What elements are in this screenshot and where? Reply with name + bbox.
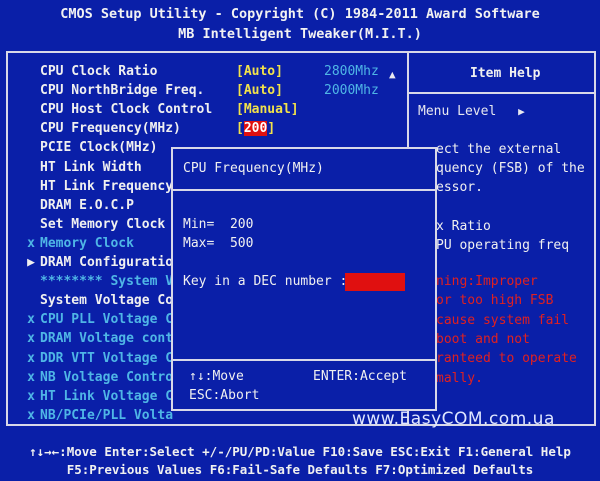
setting-label: CPU Frequency(MHz) (40, 121, 181, 137)
help-line: x Ratio (436, 219, 491, 234)
setting-label: DRAM E.O.C.P (40, 197, 134, 213)
right-triangle-icon: ▶ (518, 105, 525, 118)
scroll-up-icon[interactable]: ▲ (389, 68, 396, 81)
frequency-input[interactable] (345, 273, 405, 291)
bracket-close: ] (267, 121, 276, 137)
enter-hint: ENTER:Accept (313, 369, 407, 384)
selected-value[interactable]: 200 (243, 121, 268, 137)
item-help-title: Item Help (470, 66, 541, 81)
help-line: or too high FSB (436, 293, 554, 309)
setting-label: PCIE Clock(MHz) (40, 140, 158, 156)
help-line: essor. (436, 180, 483, 195)
help-line: cause system fail (436, 312, 570, 328)
setting-label: NB Voltage Contro (40, 369, 174, 385)
setting-label: HT Link Width (40, 159, 142, 175)
menu-level: Menu Level ▶ (418, 104, 525, 119)
dialog-title: CPU Frequency(MHz) (183, 161, 324, 176)
bios-title: CMOS Setup Utility - Copyright (C) 1984-… (60, 6, 540, 22)
setting-frequency: 2000Mhz (324, 83, 379, 99)
setting-label: CPU NorthBridge Freq. (40, 83, 205, 99)
setting-label: CPU PLL Voltage C (40, 312, 174, 328)
dialog-prompt: Key in a DEC number : (183, 274, 348, 289)
setting-frequency: 2800Mhz (324, 64, 379, 79)
dialog-min: Min= 200 (183, 217, 253, 232)
help-line: quency (FSB) of the (436, 161, 585, 176)
help-line: ranteed to operate (436, 351, 577, 367)
setting-label: DDR VTT Voltage C (40, 350, 174, 366)
setting-label: DRAM Voltage cont (40, 331, 174, 347)
setting-label: CPU Host Clock Control (40, 102, 213, 118)
footer-keys-1: ↑↓→←:Move Enter:Select +/-/PU/PD:Value F… (29, 444, 571, 459)
help-line: ning:Improper (436, 274, 538, 289)
submenu-arrow-icon: ▶ (27, 255, 35, 270)
footer-keys-2: F5:Previous Values F6:Fail-Safe Defaults… (66, 462, 534, 477)
setting-label: HT Link Voltage C (40, 388, 174, 404)
help-line: ect the external (436, 142, 562, 157)
esc-hint: ESC:Abort (189, 388, 260, 403)
setting-value[interactable]: [Auto] (236, 81, 283, 100)
help-line: boot and not (436, 331, 530, 347)
menu-level-label: Menu Level (418, 104, 497, 119)
disabled-mark: x (27, 407, 35, 423)
help-line: PU operating freq (436, 238, 570, 253)
cpu-frequency-dialog: CPU Frequency(MHz) Min= 200 Max= 500 Key… (171, 147, 437, 411)
dialog-hint-divider (173, 359, 435, 361)
dialog-title-divider (173, 189, 435, 191)
move-hint: ↑↓:Move (189, 369, 244, 384)
max-label: Max= (183, 236, 215, 251)
max-value: 500 (229, 236, 254, 251)
dialog-max: Max= 500 (183, 236, 253, 251)
setting-label: Set Memory Clock (40, 216, 166, 232)
disabled-mark: x (27, 312, 35, 328)
setting-label: ******** System V (40, 274, 174, 290)
setting-value[interactable]: [Auto] (236, 62, 283, 81)
watermark: www.EasyCOM.com.ua (352, 409, 555, 429)
setting-value[interactable]: [Manual] (236, 100, 299, 119)
bios-subtitle: MB Intelligent Tweaker(M.I.T.) (178, 26, 422, 42)
disabled-mark: x (27, 350, 35, 366)
setting-label: System Voltage Co (40, 293, 174, 309)
setting-label: CPU Clock Ratio (40, 64, 158, 79)
disabled-mark: x (27, 369, 35, 385)
min-value: 200 (229, 217, 254, 232)
help-divider (407, 92, 596, 94)
help-line: mally. (436, 370, 483, 386)
setting-value[interactable]: [200] (236, 119, 275, 138)
setting-label: DRAM Configuratio (40, 255, 174, 270)
setting-label: Memory Clock (40, 235, 134, 251)
setting-label: NB/PCIe/PLL Volta (40, 407, 174, 423)
disabled-mark: x (27, 388, 35, 404)
min-label: Min= (183, 217, 215, 232)
disabled-mark: x (27, 235, 35, 251)
setting-label: HT Link Frequency (40, 178, 174, 194)
disabled-mark: x (27, 331, 35, 347)
bracket-open: [ (236, 121, 244, 137)
